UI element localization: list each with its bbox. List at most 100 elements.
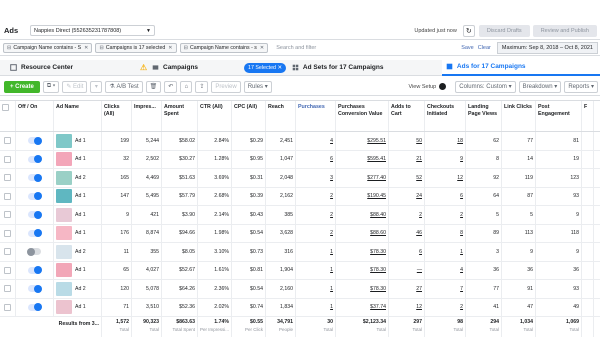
resource-center-tab[interactable]: Resource Center bbox=[10, 60, 140, 76]
status-toggle[interactable] bbox=[28, 173, 42, 182]
ad-name[interactable]: Ad 2 bbox=[75, 249, 86, 255]
ad-name-cell[interactable]: Ad 1 bbox=[54, 224, 102, 242]
edit-button[interactable]: ✎ Edit bbox=[62, 80, 88, 93]
filter-chip[interactable]: ⊟ Campaign Name contains - s ✕ bbox=[179, 43, 269, 53]
filter-chip[interactable]: ⊟ Campaign Name contains - S ✕ bbox=[3, 43, 93, 53]
status-toggle[interactable] bbox=[28, 266, 42, 275]
filter-chip[interactable]: ⊟ Campaigns is 17 selected ✕ bbox=[95, 43, 177, 53]
checkbox[interactable] bbox=[4, 229, 11, 237]
checkbox[interactable] bbox=[4, 174, 11, 182]
column-header[interactable]: CPC (All) bbox=[232, 101, 266, 131]
column-header[interactable]: Amount Spent bbox=[162, 101, 198, 131]
ad-name-cell[interactable]: Ad 2 bbox=[54, 169, 102, 187]
status-toggle-cell[interactable] bbox=[16, 150, 54, 168]
ad-name[interactable]: Ad 1 bbox=[75, 156, 86, 162]
adsets-tab[interactable]: Ad Sets for 17 Campaigns bbox=[292, 60, 442, 76]
columns-button[interactable]: Columns: Custom ▾ bbox=[455, 80, 516, 93]
column-header[interactable]: Purchases Conversion Value bbox=[336, 101, 389, 131]
close-icon[interactable]: ✕ bbox=[168, 45, 172, 51]
ads-tab[interactable]: Ads for 17 Campaigns bbox=[441, 59, 600, 76]
ad-name-cell[interactable]: Ad 1 bbox=[54, 187, 102, 205]
ad-name-cell[interactable]: Ad 1 bbox=[54, 150, 102, 168]
column-header[interactable]: Link Clicks bbox=[502, 101, 536, 131]
row-checkbox-cell[interactable] bbox=[0, 224, 16, 242]
ad-name-cell[interactable]: Ad 1 bbox=[54, 298, 102, 316]
ad-name-cell[interactable]: Ad 1 bbox=[54, 132, 102, 150]
export-icon[interactable]: ⇪ bbox=[195, 80, 209, 93]
checkbox[interactable] bbox=[4, 248, 11, 256]
column-header[interactable]: Post Engagement bbox=[536, 101, 582, 131]
row-checkbox-cell[interactable] bbox=[0, 169, 16, 187]
column-header[interactable]: Landing Page Views bbox=[466, 101, 502, 131]
status-toggle-cell[interactable] bbox=[16, 169, 54, 187]
create-button[interactable]: + Create bbox=[4, 80, 40, 93]
discard-drafts-button[interactable]: Discard Drafts bbox=[478, 24, 530, 37]
preview-button[interactable]: Preview bbox=[211, 80, 241, 93]
checkbox[interactable] bbox=[4, 155, 11, 163]
search-filter-input[interactable]: Search and filter bbox=[276, 45, 316, 51]
ad-name[interactable]: Ad 1 bbox=[75, 138, 86, 144]
duplicate-icon[interactable]: ⧉ ▾ bbox=[42, 80, 60, 93]
status-toggle-cell[interactable] bbox=[16, 132, 54, 150]
status-toggle[interactable] bbox=[28, 284, 42, 293]
row-checkbox-cell[interactable] bbox=[0, 187, 16, 205]
reports-button[interactable]: Reports ▾ bbox=[564, 80, 598, 93]
view-setup-toggle[interactable]: View Setup bbox=[409, 83, 447, 90]
ad-name[interactable]: Ad 2 bbox=[75, 175, 86, 181]
checkbox[interactable] bbox=[2, 104, 9, 111]
column-header[interactable]: Reach bbox=[266, 101, 296, 131]
checkbox[interactable] bbox=[4, 137, 11, 145]
column-header[interactable]: Adds to Cart bbox=[389, 101, 425, 131]
row-checkbox-cell[interactable] bbox=[0, 150, 16, 168]
ad-name[interactable]: Ad 1 bbox=[75, 230, 86, 236]
rules-button[interactable]: Rules ▾ bbox=[243, 80, 272, 93]
ad-name[interactable]: Ad 2 bbox=[75, 286, 86, 292]
tag-icon[interactable]: ⌂ bbox=[180, 80, 193, 93]
ad-name-cell[interactable]: Ad 2 bbox=[54, 243, 102, 261]
campaigns-tab[interactable]: Campaigns bbox=[152, 60, 244, 76]
table-row[interactable]: Ad 1 71 3,510 $52.36 2.02% $0.74 1,834 1 $37.74 1… bbox=[0, 298, 600, 317]
row-checkbox-cell[interactable] bbox=[0, 243, 16, 261]
ab-test-button[interactable]: ⚗ A/B Test bbox=[105, 80, 143, 93]
status-toggle[interactable] bbox=[27, 247, 41, 256]
warning-icon[interactable]: ⚠ bbox=[140, 60, 152, 76]
status-toggle-cell[interactable] bbox=[16, 224, 54, 242]
clear-filter-link[interactable]: Clear bbox=[478, 45, 491, 51]
delete-icon[interactable]: 🗑 bbox=[145, 80, 162, 93]
status-toggle[interactable] bbox=[28, 303, 42, 312]
status-toggle[interactable] bbox=[28, 210, 42, 219]
checkbox[interactable] bbox=[4, 303, 11, 311]
table-row[interactable]: Ad 1 65 4,027 $52.67 1.61% $0.81 1,904 1 $78.30—… bbox=[0, 261, 600, 280]
selected-campaigns-pill[interactable]: 17 Selected ✕ bbox=[244, 62, 286, 73]
checkbox[interactable] bbox=[4, 285, 11, 293]
close-icon[interactable]: ✕ bbox=[84, 45, 88, 51]
breakdown-button[interactable]: Breakdown ▾ bbox=[518, 80, 562, 93]
edit-dropdown-icon[interactable]: ▾ bbox=[90, 80, 103, 93]
account-selector[interactable]: Nappies Direct (552635231787808) ▼ bbox=[30, 25, 155, 36]
ad-name[interactable]: Ad 1 bbox=[75, 304, 86, 310]
ad-name-cell[interactable]: Ad 1 bbox=[54, 206, 102, 224]
ad-name-cell[interactable]: Ad 2 bbox=[54, 280, 102, 298]
table-row[interactable]: Ad 1 176 8,874 $94.66 1.98% $0.54 3,628 2 $88.60… bbox=[0, 224, 600, 243]
checkbox[interactable] bbox=[4, 192, 11, 200]
ad-name-cell[interactable]: Ad 1 bbox=[54, 261, 102, 279]
checkbox[interactable] bbox=[4, 211, 11, 219]
undo-icon[interactable]: ↶ bbox=[164, 80, 178, 93]
column-header[interactable]: Impres... bbox=[132, 101, 162, 131]
row-checkbox-cell[interactable] bbox=[0, 132, 16, 150]
status-toggle[interactable] bbox=[28, 192, 42, 201]
table-row[interactable]: Ad 1 32 2,502 $30.27 1.28% $0.95 1,047 6 $595.41… bbox=[0, 150, 600, 169]
status-toggle-cell[interactable] bbox=[16, 298, 54, 316]
table-row[interactable]: Ad 1 147 5,495 $57.79 2.68% $0.39 2,162 2 $190.4… bbox=[0, 187, 600, 206]
column-header[interactable]: Off / On bbox=[16, 101, 54, 131]
ad-name[interactable]: Ad 1 bbox=[75, 267, 86, 273]
ad-name[interactable]: Ad 1 bbox=[75, 212, 86, 218]
column-header[interactable]: CTR (All) bbox=[198, 101, 232, 131]
column-header[interactable]: Clicks (All) bbox=[102, 101, 132, 131]
select-all-header[interactable] bbox=[0, 101, 16, 131]
row-checkbox-cell[interactable] bbox=[0, 298, 16, 316]
table-row[interactable]: Ad 2 120 5,078 $64.26 2.36% $0.54 2,160 1 $78.30… bbox=[0, 280, 600, 299]
status-toggle[interactable] bbox=[28, 155, 42, 164]
table-row[interactable]: Ad 2 11 355 $8.05 3.10% $0.73 316 1 $78.30 6 1 3 9 9 bbox=[0, 243, 600, 262]
status-toggle-cell[interactable] bbox=[16, 206, 54, 224]
